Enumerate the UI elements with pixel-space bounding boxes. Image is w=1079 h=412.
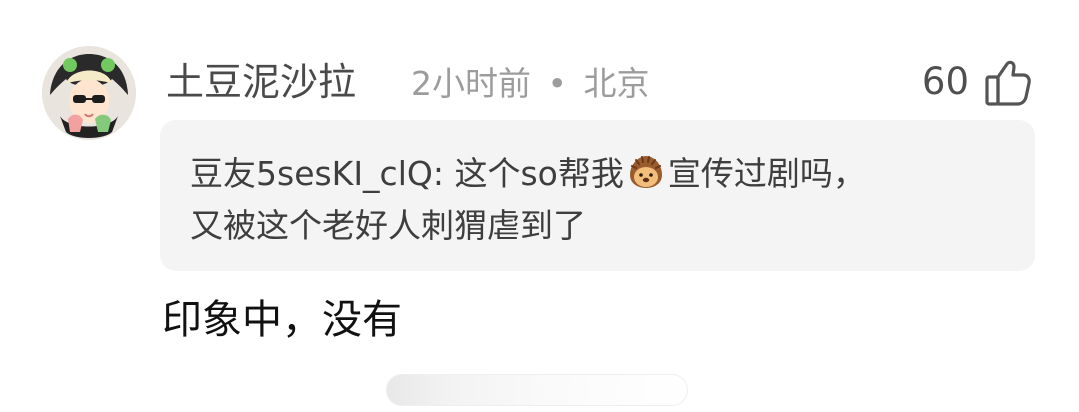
comment-username[interactable]: 土豆泥沙拉 — [166, 56, 356, 108]
comment-time: 2小时前 — [411, 64, 531, 103]
comment-reply-text: 印象中，没有 — [162, 297, 402, 343]
like-count: 60 — [921, 60, 969, 103]
comment-meta: 2小时前 • 北京 — [411, 60, 649, 108]
meta-separator: • — [547, 64, 567, 103]
bottom-bar-placeholder[interactable] — [386, 374, 688, 406]
quoted-comment[interactable]: 豆友5sesKI_clQ: 这个so帮我 宣传过剧吗， 又被这个老好人刺猬虐到了 — [160, 120, 1035, 271]
quote-line-1: 豆友5sesKI_clQ: 这个so帮我 宣传过剧吗， — [190, 148, 1005, 200]
quote-text-before: 这个so帮我 — [454, 154, 624, 193]
user-avatar[interactable] — [42, 46, 136, 140]
like-button[interactable]: 60 — [922, 54, 1031, 110]
quote-line-2: 又被这个老好人刺猬虐到了 — [190, 206, 586, 245]
thumbs-up-icon[interactable] — [983, 57, 1031, 107]
quote-text-after: 宣传过剧吗， — [667, 154, 866, 193]
comment-location: 北京 — [583, 64, 650, 103]
quote-author[interactable]: 豆友5sesKI_clQ: — [190, 154, 444, 193]
hedgehog-emoji-icon — [626, 152, 666, 192]
